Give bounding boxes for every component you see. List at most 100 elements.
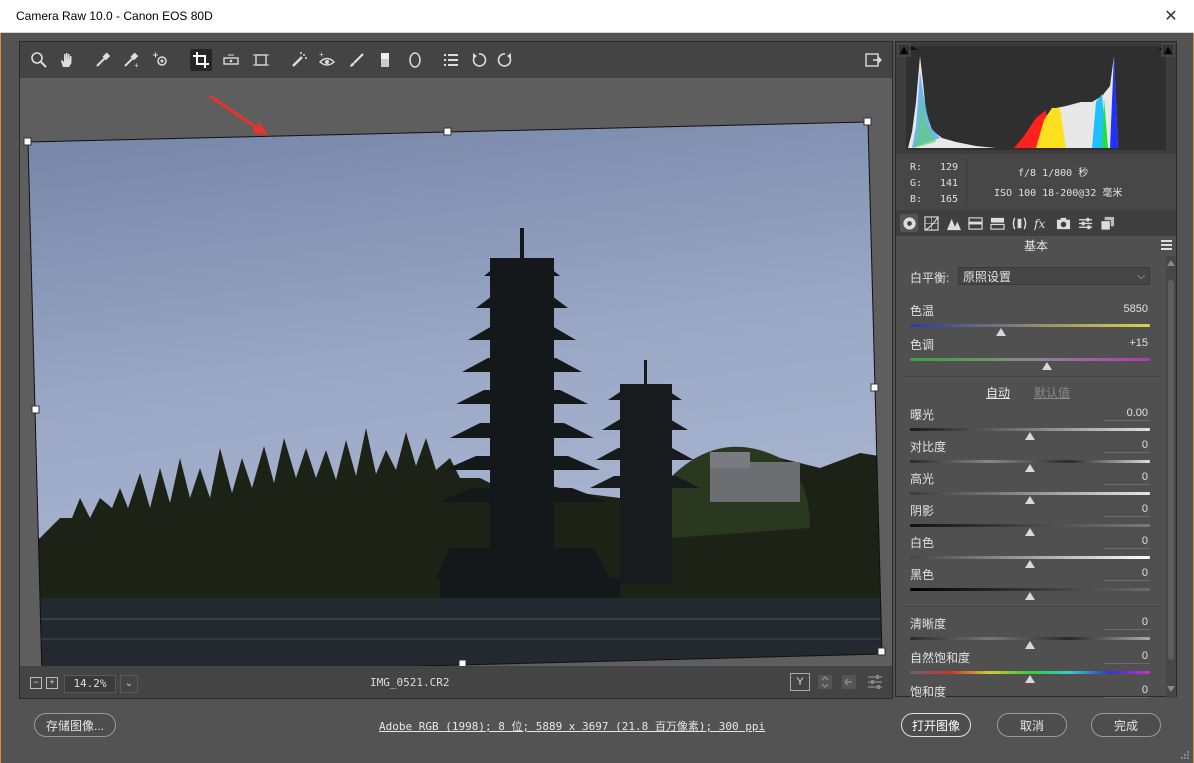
image-workspace: + + − + 14.2% ⌄ IMG_0521.CR2 Y — [19, 41, 893, 699]
slider-thumb[interactable] — [1025, 675, 1035, 683]
crop-icon[interactable] — [190, 49, 212, 71]
white-balance-select[interactable]: 原照设置 ⌵ — [958, 267, 1150, 285]
close-window-button[interactable]: ✕ — [1148, 0, 1194, 32]
section-header: 基本 — [896, 236, 1176, 256]
settings-toggle-icon[interactable] — [864, 671, 886, 693]
photo-preview[interactable] — [20, 78, 892, 666]
highlights-slider[interactable] — [910, 492, 1150, 495]
auto-button[interactable]: 自动 — [986, 384, 1010, 401]
copy-settings-icon[interactable] — [838, 671, 860, 693]
crop-handle[interactable] — [877, 647, 886, 656]
panel-scrollbar[interactable] — [1166, 256, 1176, 698]
scroll-up-icon[interactable] — [1167, 260, 1175, 266]
image-canvas[interactable] — [20, 78, 892, 666]
slider-value[interactable]: 5850 — [1108, 303, 1148, 315]
crop-handle[interactable] — [23, 137, 32, 146]
slider-value[interactable]: 0.00 — [1108, 407, 1148, 419]
slider-value[interactable]: +15 — [1108, 337, 1148, 349]
graduated-filter-icon[interactable] — [374, 49, 396, 71]
spot-removal-icon[interactable] — [288, 49, 310, 71]
slider-value[interactable]: 0 — [1108, 535, 1148, 547]
shadows-slider[interactable] — [910, 524, 1150, 527]
contrast-slider[interactable] — [910, 460, 1150, 463]
svg-text:fx: fx — [1034, 217, 1046, 231]
slider-value[interactable]: 0 — [1108, 684, 1148, 696]
before-after-view-button[interactable]: Y — [790, 673, 810, 691]
presets-tab-icon[interactable] — [1076, 214, 1094, 232]
white-balance-icon[interactable] — [92, 49, 114, 71]
color-sampler-icon[interactable]: + — [120, 49, 142, 71]
lens-corrections-tab-icon[interactable] — [1010, 214, 1028, 232]
zoom-out-button[interactable]: − — [30, 677, 42, 689]
status-bar: − + 14.2% ⌄ IMG_0521.CR2 Y — [20, 666, 892, 698]
hsl-tab-icon[interactable] — [966, 214, 984, 232]
cancel-button[interactable]: 取消 — [997, 713, 1067, 737]
targeted-adjust-icon[interactable] — [150, 49, 172, 71]
hand-icon[interactable] — [56, 49, 78, 71]
slider-thumb[interactable] — [1025, 496, 1035, 504]
crop-handle[interactable] — [863, 117, 872, 126]
workflow-options-link[interactable]: Adobe RGB (1998); 8 位; 5889 x 3697 (21.8… — [379, 718, 765, 734]
slider-thumb[interactable] — [1041, 362, 1052, 370]
crop-handle[interactable] — [31, 405, 40, 414]
slider-value[interactable]: 0 — [1108, 616, 1148, 628]
defaults-button[interactable]: 默认值 — [1034, 384, 1070, 401]
slider-value[interactable]: 0 — [1108, 503, 1148, 515]
whites-slider[interactable] — [910, 556, 1150, 559]
basic-tab-icon[interactable] — [900, 214, 918, 232]
crop-handle[interactable] — [870, 383, 879, 392]
clarity-slider[interactable] — [910, 637, 1150, 640]
slider-value[interactable]: 0 — [1108, 650, 1148, 662]
presets-icon[interactable] — [440, 49, 462, 71]
blacks-slider[interactable] — [910, 588, 1150, 591]
effects-tab-icon[interactable]: fx — [1032, 214, 1050, 232]
zoom-dropdown[interactable]: ⌄ — [120, 675, 138, 693]
chevron-down-icon: ⌵ — [1137, 271, 1145, 282]
zoom-level[interactable]: 14.2% — [64, 675, 116, 693]
slider-label: 白色 — [910, 536, 935, 550]
done-button[interactable]: 完成 — [1091, 713, 1161, 737]
snapshots-tab-icon[interactable] — [1098, 214, 1116, 232]
tone-curve-tab-icon[interactable] — [922, 214, 940, 232]
scrollbar-thumb[interactable] — [1168, 280, 1174, 660]
slider-thumb[interactable] — [1025, 528, 1035, 536]
tint-slider[interactable] — [910, 358, 1150, 361]
slider-value[interactable]: 0 — [1108, 439, 1148, 451]
r-label: R: — [910, 162, 923, 173]
save-image-button[interactable]: 存储图像... — [34, 713, 116, 737]
exposure-slider[interactable] — [910, 428, 1150, 431]
temperature-slider[interactable] — [910, 324, 1150, 327]
rotate-right-icon[interactable] — [494, 49, 516, 71]
split-toning-tab-icon[interactable] — [988, 214, 1006, 232]
radial-filter-icon[interactable] — [404, 49, 426, 71]
resize-grip-icon[interactable] — [1179, 749, 1189, 759]
vibrance-slider[interactable] — [910, 671, 1150, 674]
fullscreen-toggle-icon[interactable] — [862, 49, 884, 71]
adjustments-panel: R: 129 G: 141 B: 165 f/8 1/800 秒 ISO 100… — [895, 41, 1177, 698]
slider-thumb[interactable] — [996, 328, 1007, 336]
scroll-down-icon[interactable] — [1167, 686, 1175, 692]
open-image-button[interactable]: 打开图像 — [901, 713, 971, 737]
b-label: B: — [910, 194, 923, 205]
slider-value[interactable]: 0 — [1108, 471, 1148, 483]
transform-icon[interactable] — [250, 49, 272, 71]
slider-value[interactable]: 0 — [1108, 567, 1148, 579]
rotate-left-icon[interactable] — [468, 49, 490, 71]
straighten-icon[interactable] — [220, 49, 242, 71]
slider-thumb[interactable] — [1025, 560, 1035, 568]
red-eye-icon[interactable]: + — [316, 49, 338, 71]
slider-label: 曝光 — [910, 408, 935, 422]
detail-tab-icon[interactable] — [944, 214, 962, 232]
swap-settings-icon[interactable] — [814, 671, 836, 693]
slider-thumb[interactable] — [1025, 464, 1035, 472]
zoom-in-button[interactable]: + — [46, 677, 58, 689]
camera-calibration-tab-icon[interactable] — [1054, 214, 1072, 232]
g-value: 141 — [940, 178, 959, 189]
adjustment-brush-icon[interactable] — [346, 49, 368, 71]
slider-thumb[interactable] — [1025, 592, 1035, 600]
crop-handle[interactable] — [443, 127, 452, 136]
panel-menu-icon[interactable] — [1161, 239, 1172, 250]
slider-thumb[interactable] — [1025, 641, 1035, 649]
slider-thumb[interactable] — [1025, 432, 1035, 440]
zoom-icon[interactable] — [28, 49, 50, 71]
